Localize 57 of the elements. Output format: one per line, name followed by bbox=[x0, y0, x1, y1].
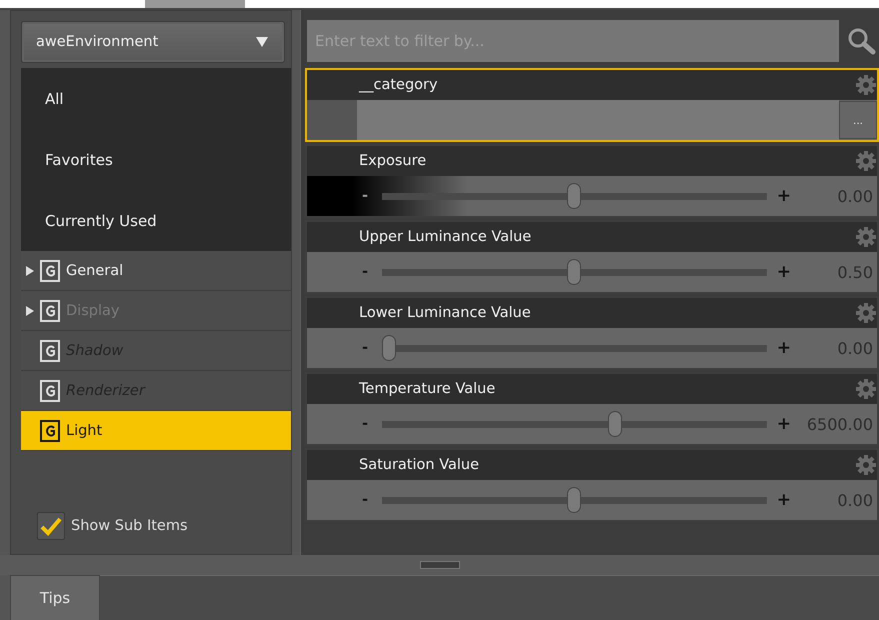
increase-button[interactable]: + bbox=[776, 186, 791, 206]
value-field[interactable]: 6500.00 bbox=[797, 414, 877, 434]
value-field[interactable]: 0.50 bbox=[797, 262, 877, 282]
increase-button[interactable]: + bbox=[776, 490, 791, 510]
property-panel[interactable]: Lower Luminance Value - + 0.00 bbox=[305, 296, 879, 370]
settings-icon[interactable] bbox=[855, 378, 877, 400]
property-panel[interactable]: Saturation Value - + 0.00 bbox=[305, 448, 879, 522]
property-panel[interactable]: Exposure - + 0.00 bbox=[305, 144, 879, 218]
category-item[interactable]: Light bbox=[21, 411, 291, 451]
caret-icon bbox=[256, 37, 268, 47]
group-icon bbox=[40, 340, 60, 362]
browse-button[interactable]: ... bbox=[839, 101, 877, 139]
property-label: Upper Luminance Value bbox=[359, 229, 532, 245]
property-label: Saturation Value bbox=[359, 457, 480, 473]
tips-tab[interactable]: Tips bbox=[10, 575, 100, 620]
category-item[interactable]: Currently Used bbox=[21, 190, 291, 251]
settings-icon[interactable] bbox=[855, 150, 877, 172]
decrease-button[interactable]: - bbox=[362, 264, 376, 280]
property-label: Temperature Value bbox=[359, 381, 496, 397]
decrease-button[interactable]: - bbox=[362, 340, 376, 356]
property-label: __category bbox=[359, 77, 438, 93]
increase-button[interactable]: + bbox=[776, 338, 791, 358]
group-icon bbox=[40, 300, 60, 322]
decrease-button[interactable]: - bbox=[362, 492, 376, 508]
increase-button[interactable]: + bbox=[776, 262, 791, 282]
preset-dropdown[interactable]: aweEnvironment bbox=[21, 21, 285, 63]
property-panel[interactable]: __category ... bbox=[305, 68, 879, 142]
settings-icon[interactable] bbox=[855, 302, 877, 324]
property-panel[interactable]: Upper Luminance Value - + 0.50 bbox=[305, 220, 879, 294]
settings-icon[interactable] bbox=[855, 226, 877, 248]
slider-thumb[interactable] bbox=[382, 335, 396, 361]
decrease-button[interactable]: - bbox=[362, 416, 376, 432]
value-field[interactable]: 0.00 bbox=[797, 490, 877, 510]
panel-inset bbox=[307, 100, 357, 140]
property-label: Lower Luminance Value bbox=[359, 305, 531, 321]
slider-thumb[interactable] bbox=[608, 411, 622, 437]
category-item[interactable]: All bbox=[21, 68, 291, 129]
decrease-button[interactable]: - bbox=[362, 188, 376, 204]
group-icon bbox=[40, 420, 60, 442]
slider-thumb[interactable] bbox=[567, 259, 582, 285]
checkbox-label: Show Sub Items bbox=[71, 518, 188, 534]
value-field[interactable]: 0.00 bbox=[797, 186, 877, 206]
category-item[interactable]: Favorites bbox=[21, 129, 291, 190]
checkbox[interactable] bbox=[37, 512, 65, 540]
slider-thumb[interactable] bbox=[567, 487, 582, 513]
property-label: Exposure bbox=[359, 153, 426, 169]
value-field[interactable]: 0.00 bbox=[797, 338, 877, 358]
splitter-handle[interactable] bbox=[420, 561, 460, 569]
group-icon bbox=[40, 380, 60, 402]
group-icon bbox=[40, 260, 60, 282]
property-panel[interactable]: Temperature Value - + 6500.00 bbox=[305, 372, 879, 446]
increase-button[interactable]: + bbox=[776, 414, 791, 434]
settings-icon[interactable] bbox=[855, 74, 877, 96]
slider-thumb[interactable] bbox=[567, 183, 582, 209]
expand-arrow-icon[interactable] bbox=[26, 266, 34, 276]
settings-icon[interactable] bbox=[855, 454, 877, 476]
text-field[interactable] bbox=[357, 100, 839, 140]
